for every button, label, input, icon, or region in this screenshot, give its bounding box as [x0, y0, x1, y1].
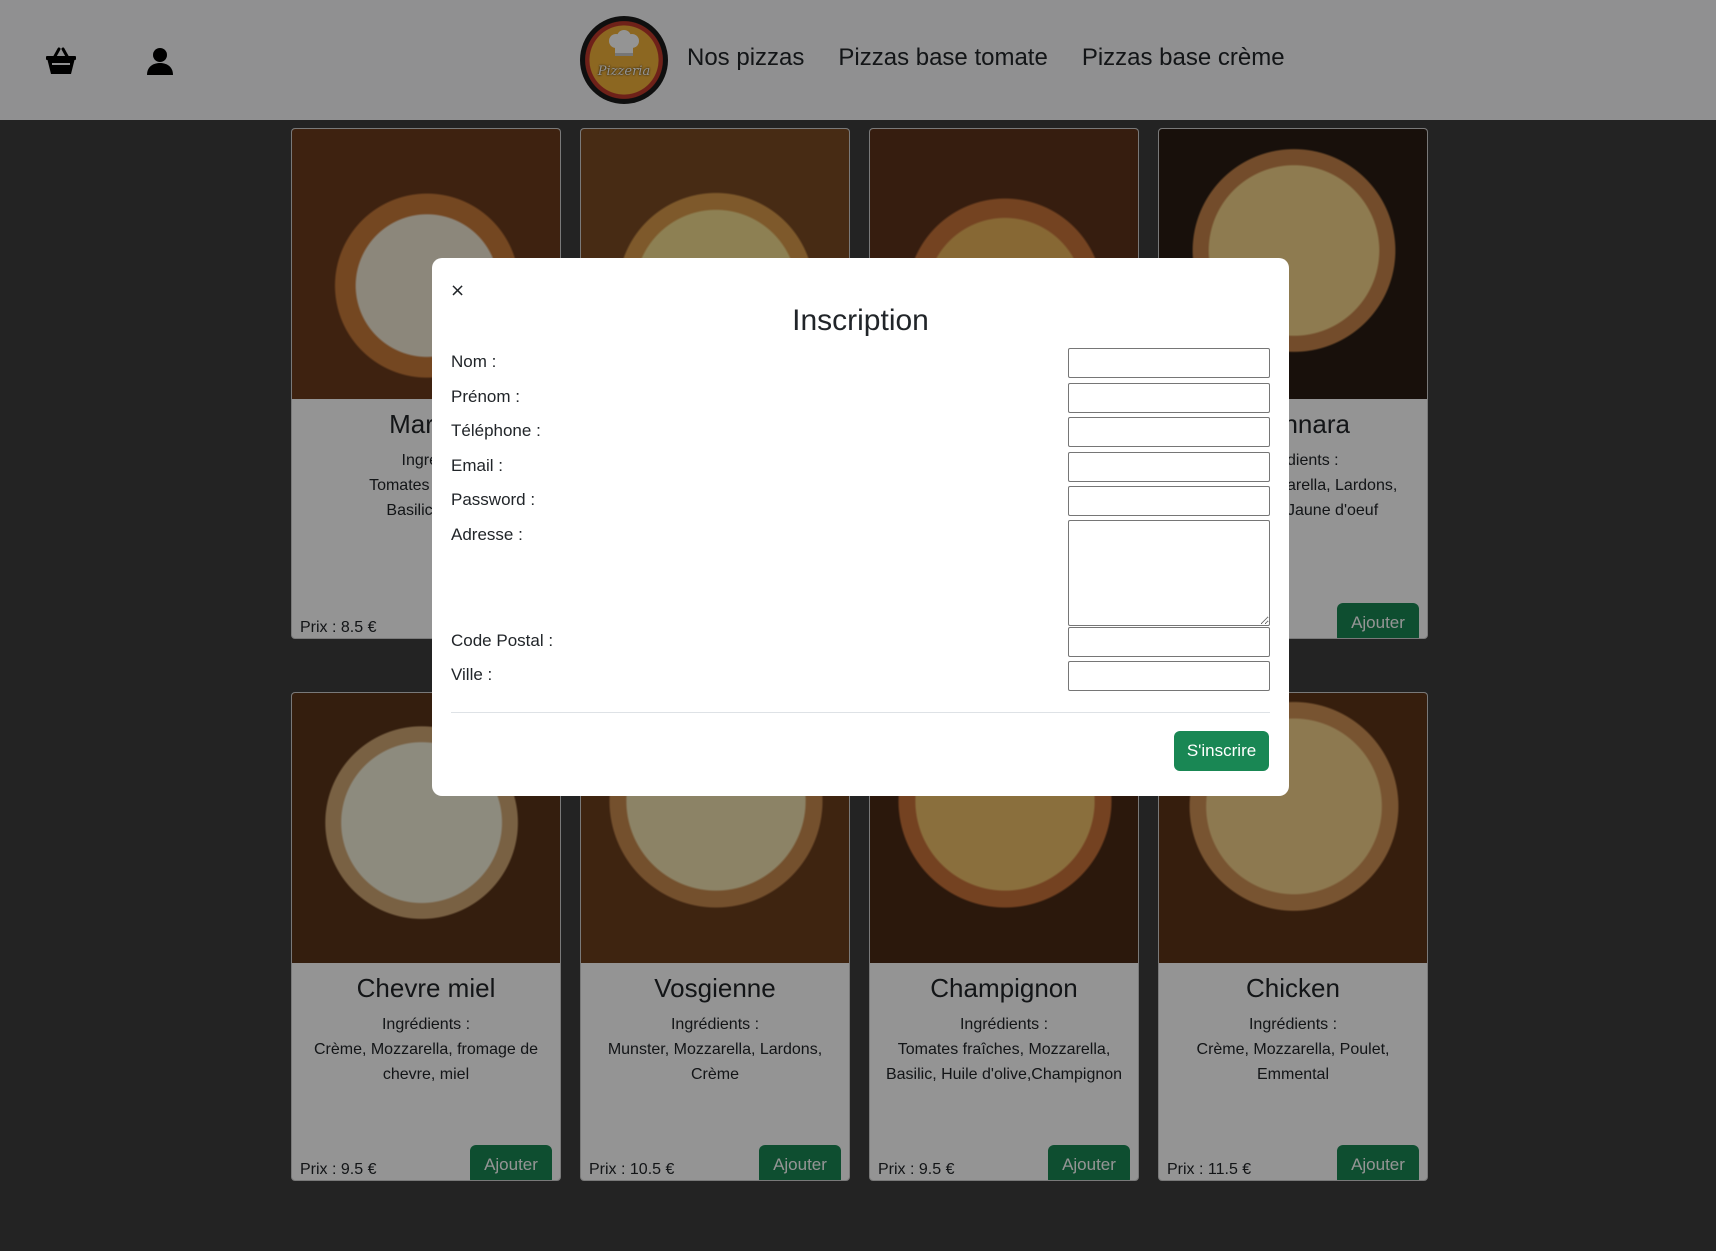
- form-row-email: Email :: [451, 452, 1270, 482]
- form-row-prenom: Prénom :: [451, 383, 1270, 413]
- email-label: Email :: [451, 456, 503, 475]
- modal-divider: [451, 712, 1270, 713]
- email-field[interactable]: [1068, 452, 1270, 482]
- ville-field[interactable]: [1068, 661, 1270, 691]
- nom-field[interactable]: [1068, 348, 1270, 378]
- signup-button[interactable]: S'inscrire: [1174, 731, 1269, 771]
- code-postal-label: Code Postal :: [451, 631, 554, 650]
- password-field[interactable]: [1068, 486, 1270, 516]
- signup-modal: × Inscription Nom : Prénom : Téléphone :…: [432, 258, 1289, 796]
- form-row-nom: Nom :: [451, 348, 1270, 378]
- close-button[interactable]: ×: [450, 280, 465, 301]
- form-row-code-postal: Code Postal :: [451, 627, 1270, 657]
- telephone-field[interactable]: [1068, 417, 1270, 447]
- adresse-textarea[interactable]: [1068, 520, 1270, 626]
- prenom-label: Prénom :: [451, 387, 520, 406]
- modal-title: Inscription: [792, 304, 929, 337]
- prenom-field[interactable]: [1068, 383, 1270, 413]
- form-row-ville: Ville :: [451, 661, 1270, 691]
- adresse-label: Adresse :: [451, 525, 523, 544]
- telephone-label: Téléphone :: [451, 421, 541, 440]
- form-row-telephone: Téléphone :: [451, 417, 1270, 447]
- ville-label: Ville :: [451, 665, 493, 684]
- password-label: Password :: [451, 490, 536, 509]
- form-row-password: Password :: [451, 486, 1270, 516]
- nom-label: Nom :: [451, 352, 497, 371]
- code-postal-field[interactable]: [1068, 627, 1270, 657]
